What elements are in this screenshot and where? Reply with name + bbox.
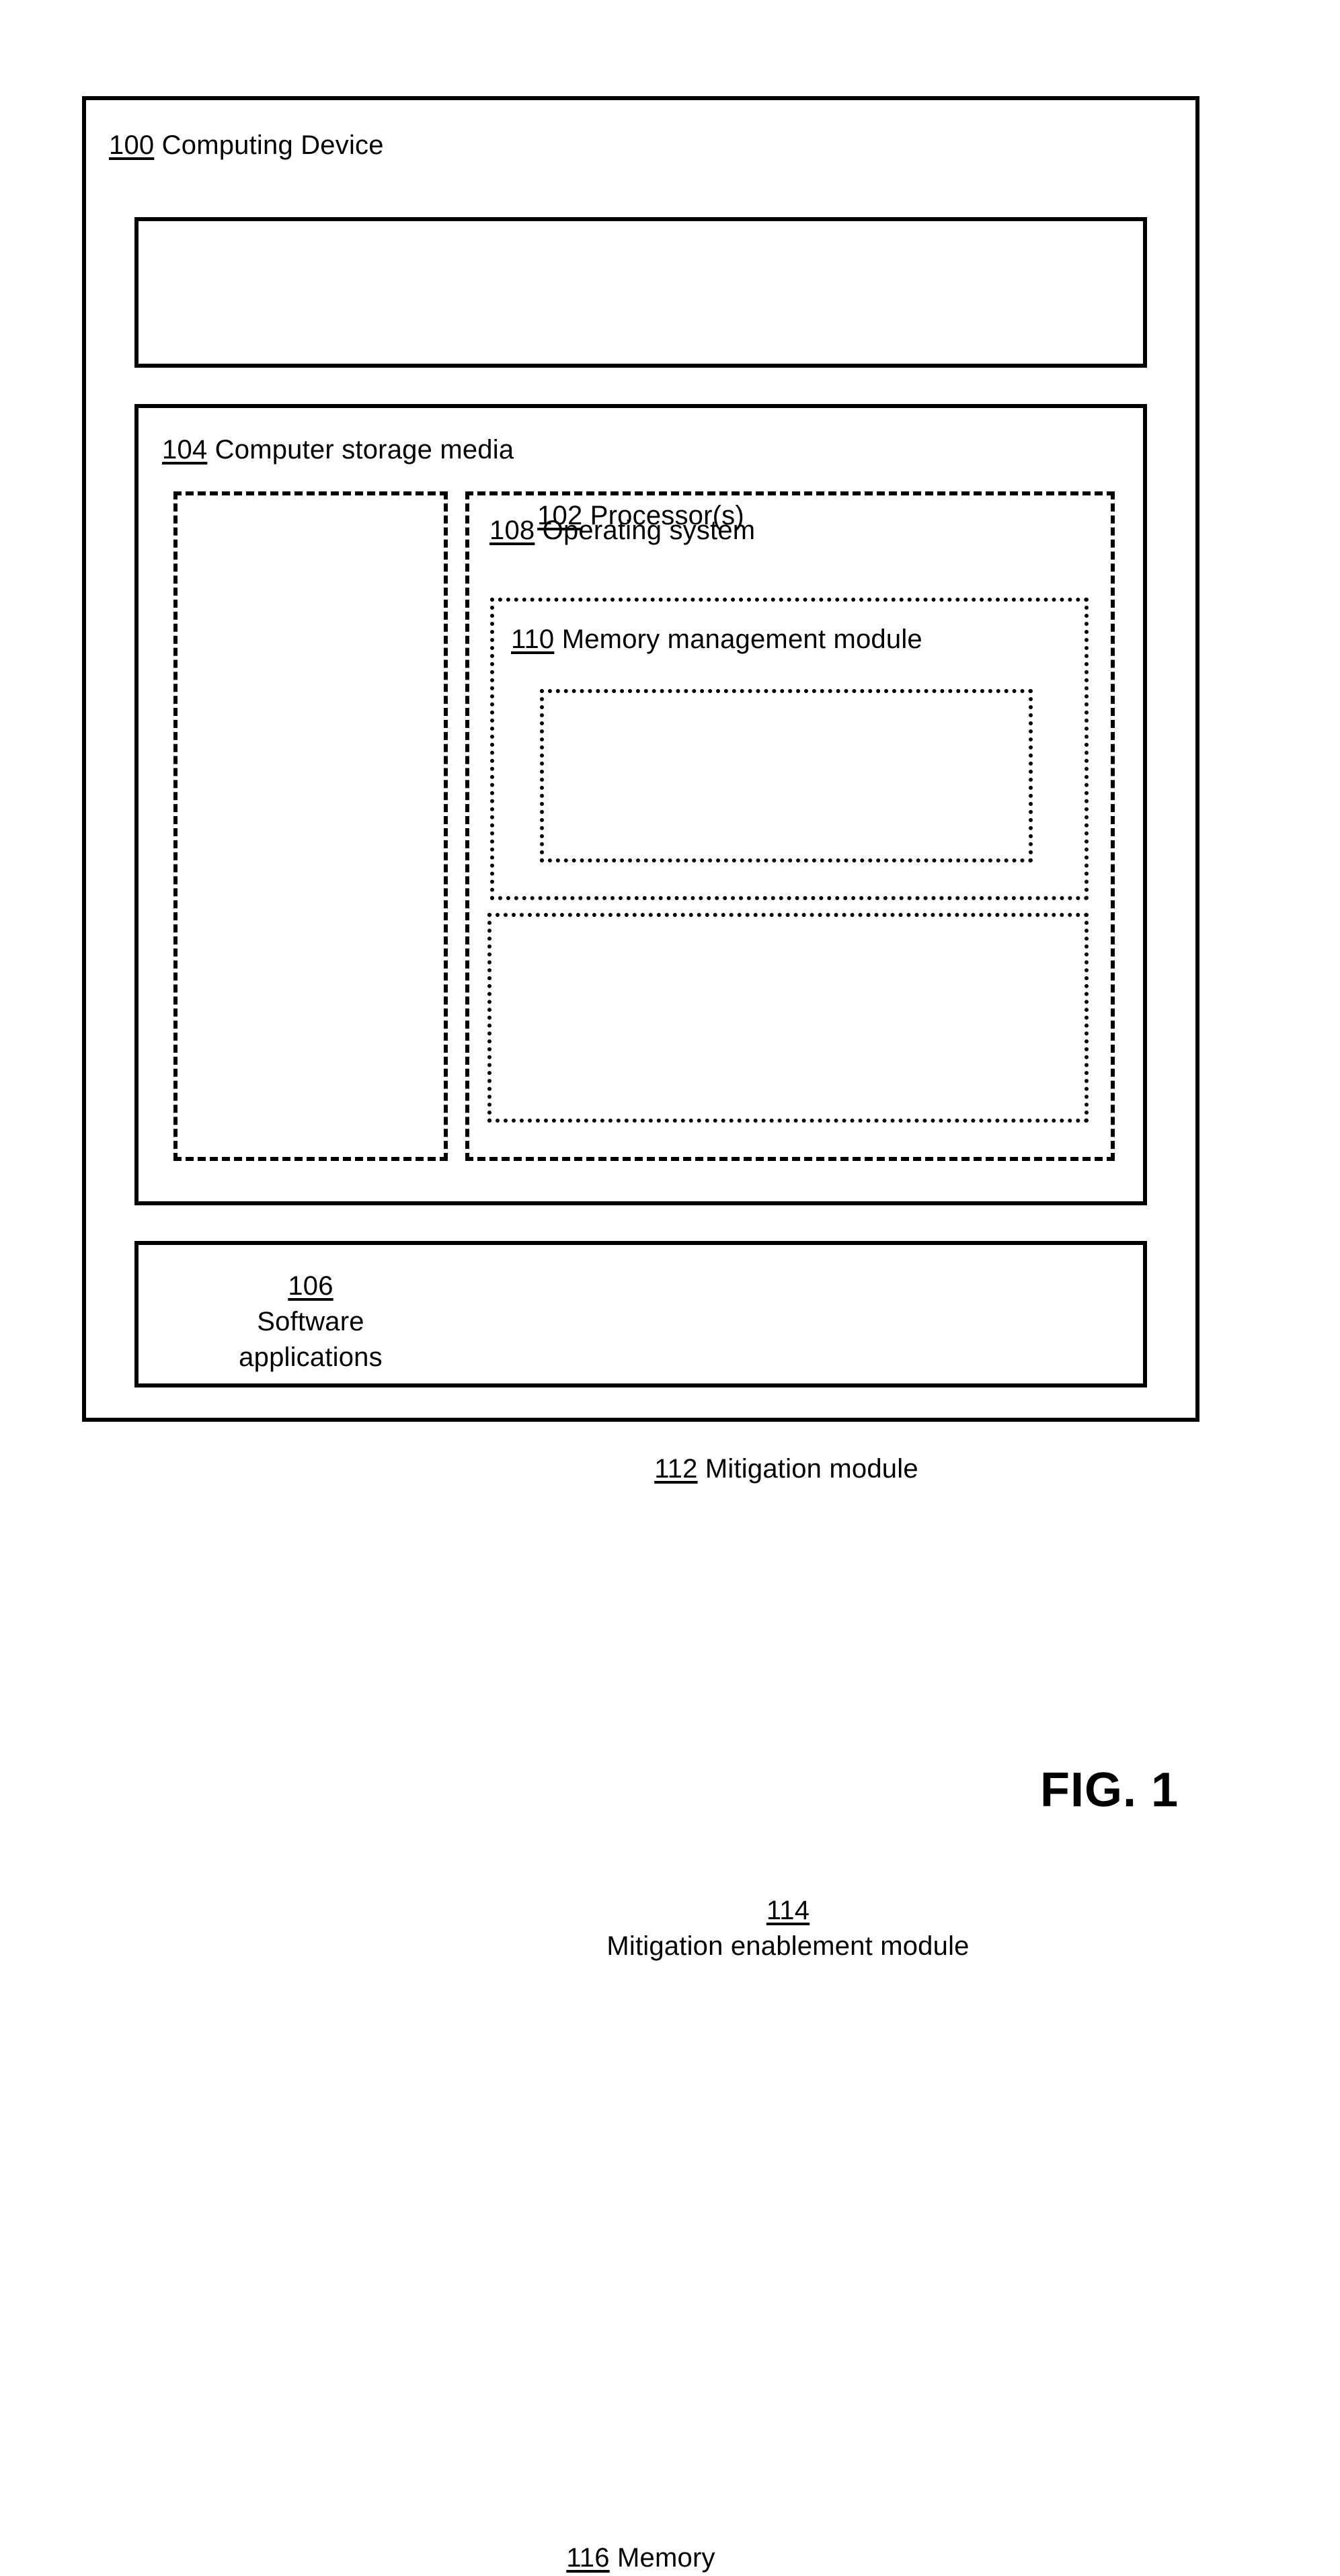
mitigation-module-spacer — [698, 1454, 705, 1484]
memory-ref: 116 — [566, 2543, 610, 2573]
computing-device-label: 100 Computing Device — [109, 128, 384, 163]
memory-label: 116 Memory — [139, 2540, 1143, 2576]
mitigation-module-label: 112 Mitigation module — [544, 1451, 1029, 1487]
operating-system-text: Operating system — [542, 516, 756, 545]
computing-device-spacer — [154, 130, 161, 160]
computer-storage-media-spacer — [207, 435, 214, 465]
memory-management-module-label: 110 Memory management module — [511, 622, 922, 657]
mitigation-enablement-module-label: 114 Mitigation enablement module — [491, 1893, 1085, 1964]
memory-management-module-text: Memory management module — [561, 625, 922, 654]
memory-spacer — [610, 2543, 617, 2573]
mitigation-module-ref: 112 — [654, 1454, 698, 1484]
memory-text: Memory — [617, 2543, 715, 2573]
mitigation-module-text: Mitigation module — [705, 1454, 918, 1484]
figure-1-diagram: 100 Computing Device 102 Processor(s) 10… — [0, 0, 1340, 2573]
operating-system-ref: 108 — [489, 516, 535, 545]
computer-storage-media-label: 104 Computer storage media — [162, 432, 514, 468]
computer-storage-media-text: Computer storage media — [214, 435, 514, 465]
computing-device-text: Computing Device — [161, 130, 384, 160]
operating-system-spacer — [535, 516, 542, 545]
mitigation-module-block: 112 Mitigation module — [540, 689, 1033, 1484]
processors-block: 102 Processor(s) — [134, 217, 1147, 530]
memory-management-module-ref: 110 — [511, 625, 555, 654]
software-applications-block: 106 Software applications — [173, 491, 448, 1372]
computer-storage-media-ref: 104 — [162, 435, 208, 465]
operating-system-label: 108 Operating system — [489, 513, 755, 549]
mitigation-enablement-module-text: Mitigation enablement module — [606, 1931, 970, 1961]
figure-caption: FIG. 1 — [1040, 1763, 1179, 1817]
memory-management-module-spacer — [554, 625, 561, 654]
mitigation-enablement-module-ref: 114 — [766, 1896, 810, 1925]
computing-device-ref: 100 — [109, 130, 155, 160]
memory-block: 116 Memory — [134, 1241, 1147, 2573]
mitigation-enablement-module-block: 114 Mitigation enablement module — [487, 913, 1089, 1961]
